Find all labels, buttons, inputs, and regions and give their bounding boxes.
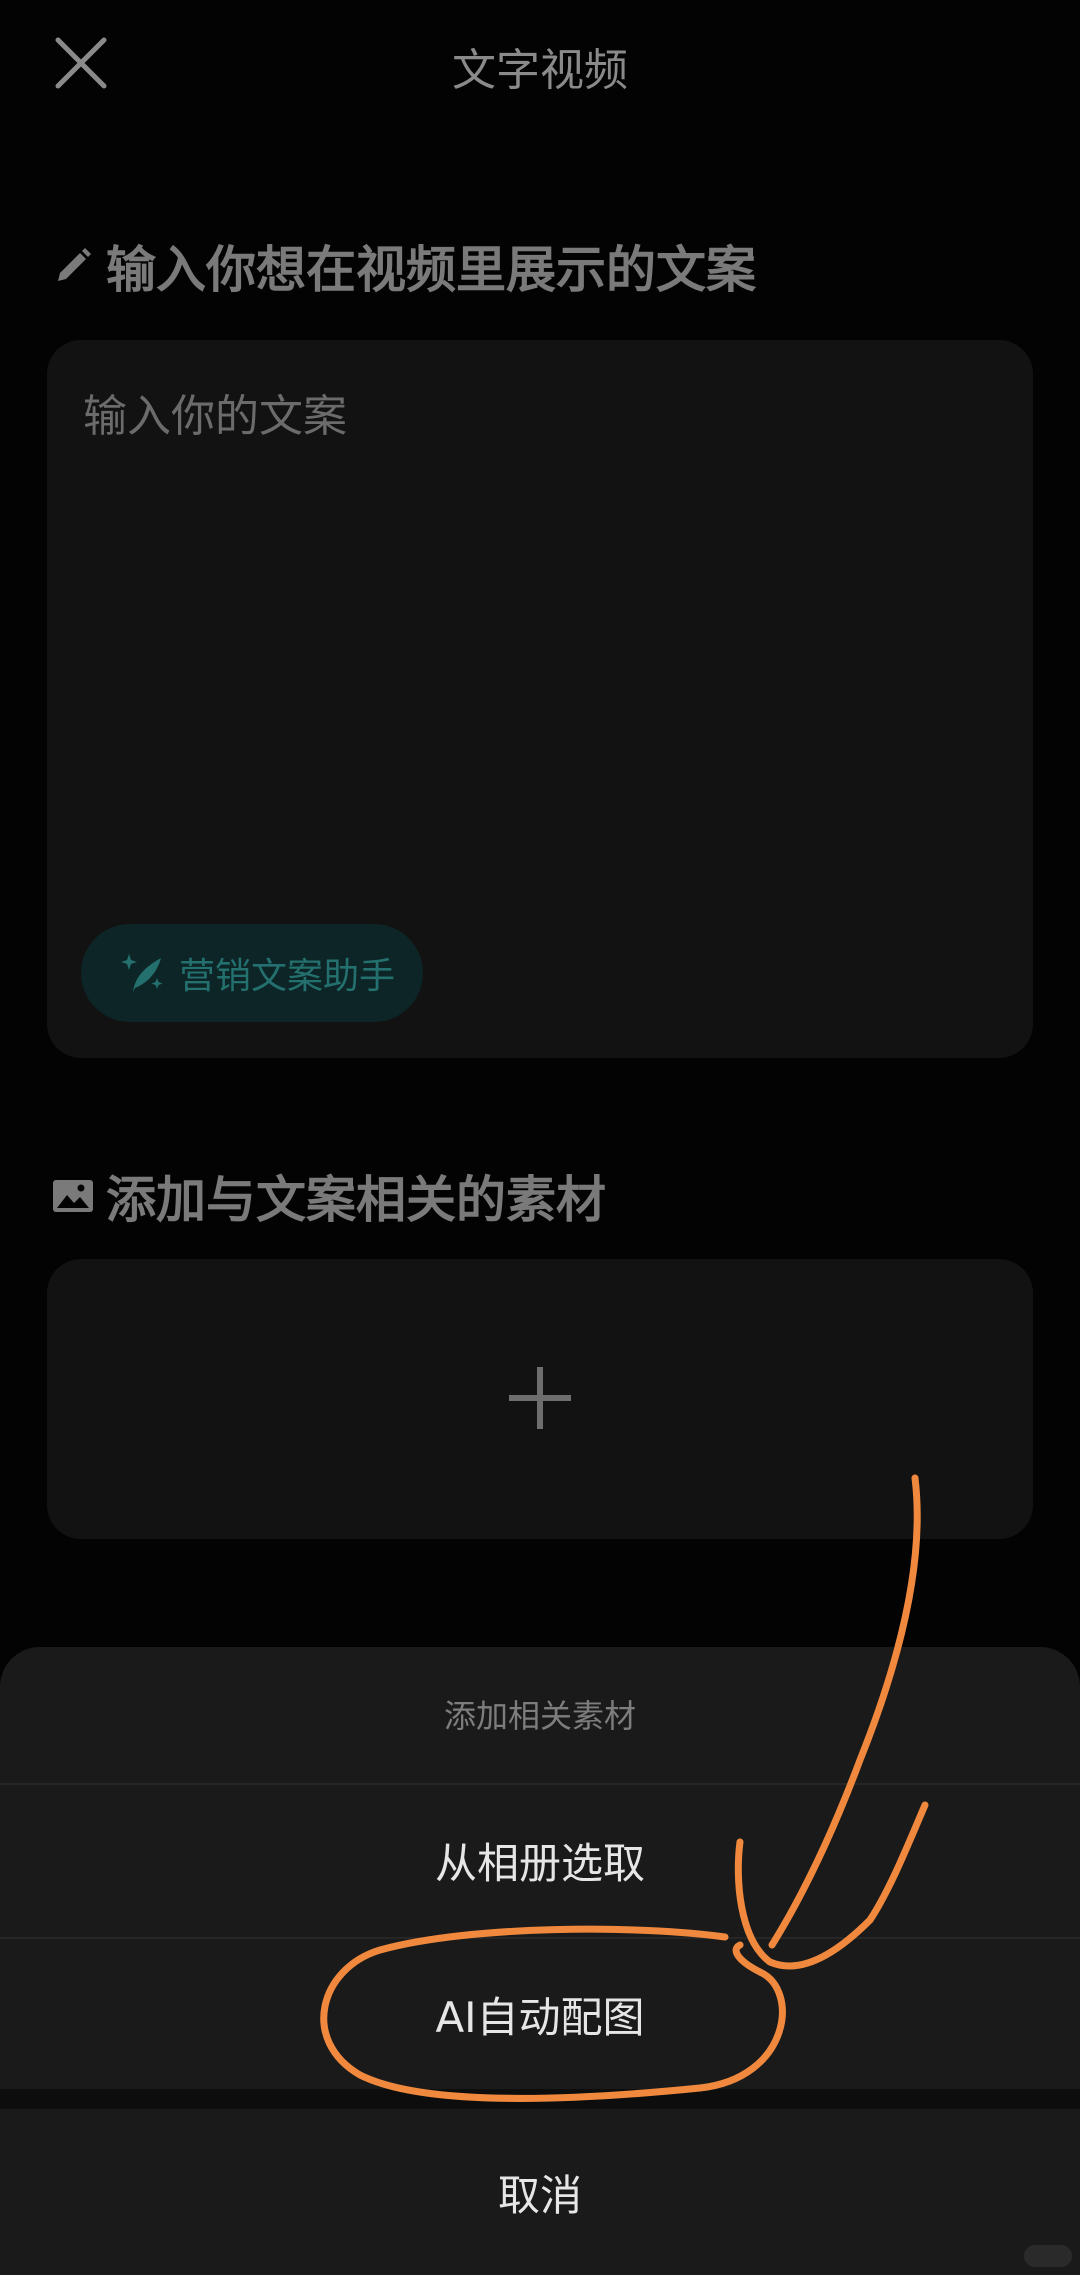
page-title: 文字视频 bbox=[452, 45, 628, 96]
copy-input-placeholder: 输入你的文案 bbox=[83, 391, 347, 442]
copy-section-heading-label: 输入你想在视频里展示的文案 bbox=[106, 241, 756, 299]
pencil-icon bbox=[58, 248, 91, 281]
ai-auto-image-option[interactable]: AI自动配图 bbox=[0, 1939, 1080, 2089]
feather-sparkle-icon bbox=[121, 954, 163, 992]
sheet-gap bbox=[0, 2089, 1080, 2109]
media-section-heading-label: 添加与文案相关的素材 bbox=[106, 1171, 606, 1229]
marketing-copy-assistant-label: 营销文案助手 bbox=[179, 956, 396, 997]
text-video-page: 文字视频 输入你想在视频里展示的文案 输入你的文案 营销文案助手 添加与文案相关… bbox=[0, 0, 1080, 2275]
watermark bbox=[1024, 2245, 1072, 2267]
cancel-button[interactable]: 取消 bbox=[0, 2109, 1080, 2275]
add-media-sheet: 添加相关素材 从相册选取 AI自动配图 取消 bbox=[0, 1647, 1080, 2275]
copy-text-input[interactable]: 输入你的文案 营销文案助手 bbox=[47, 340, 1033, 1058]
pick-from-album-option[interactable]: 从相册选取 bbox=[0, 1785, 1080, 1935]
plus-icon[interactable] bbox=[507, 1365, 573, 1431]
marketing-copy-assistant-button[interactable]: 营销文案助手 bbox=[81, 924, 423, 1022]
image-icon bbox=[53, 1180, 93, 1212]
media-section-heading: 添加与文案相关的素材 bbox=[52, 1160, 606, 1232]
sheet-title: 添加相关素材 bbox=[443, 1697, 636, 1735]
add-media-card[interactable] bbox=[47, 1259, 1033, 1539]
copy-section-heading: 输入你想在视频里展示的文案 bbox=[52, 230, 756, 302]
